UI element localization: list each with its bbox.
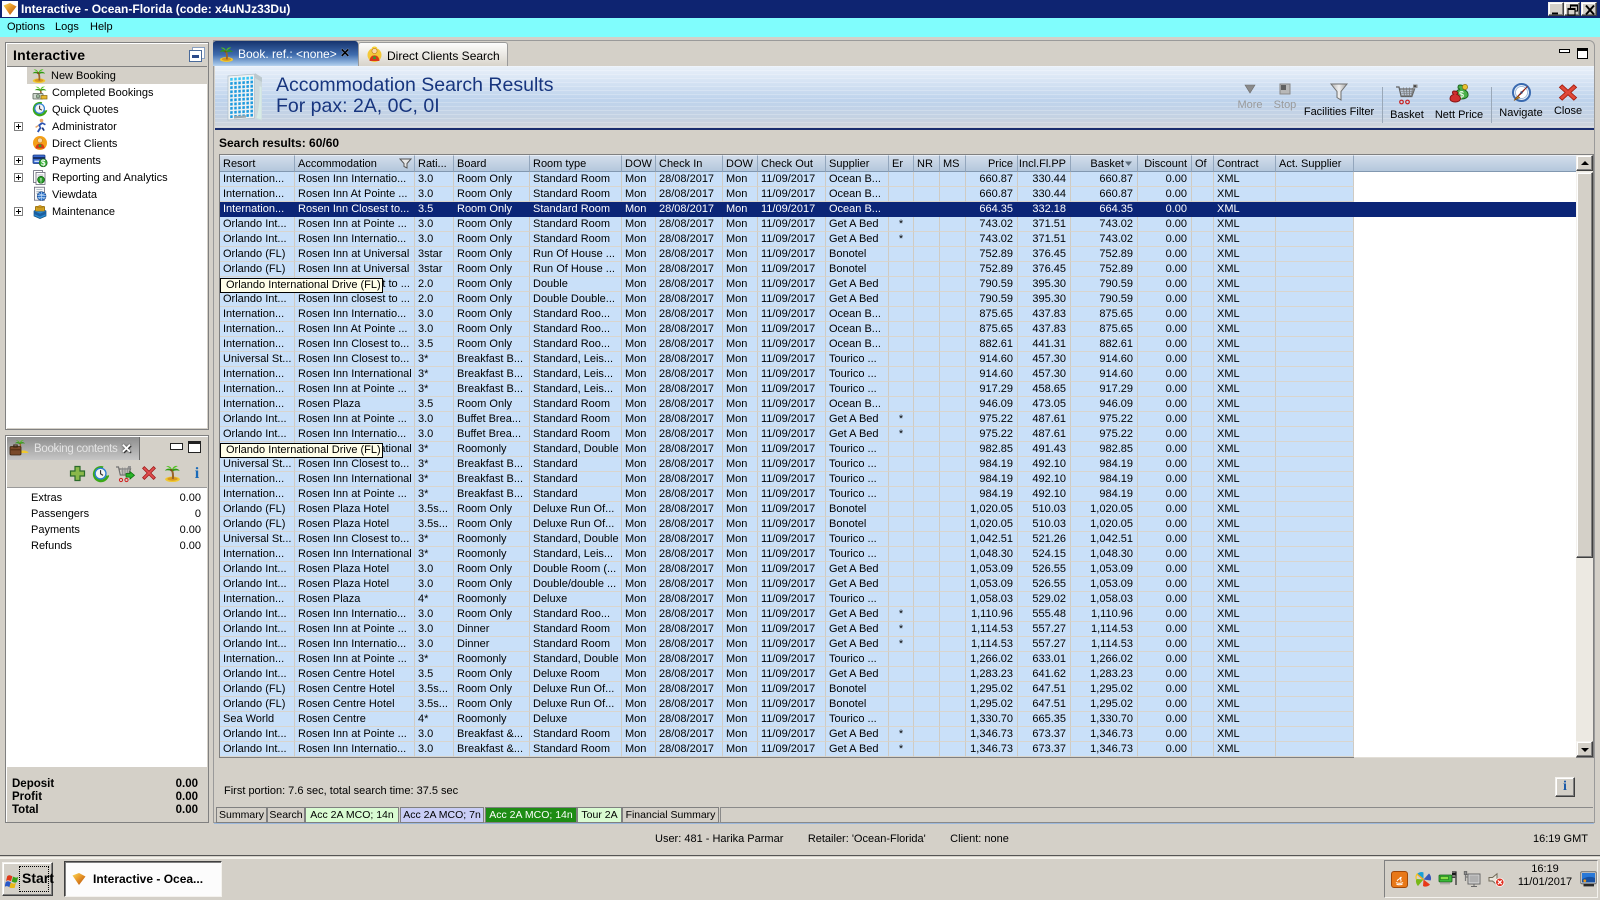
svg-text:i: i [195,465,200,481]
svg-text:$: $ [41,159,46,168]
svg-text:!: ! [40,177,42,184]
